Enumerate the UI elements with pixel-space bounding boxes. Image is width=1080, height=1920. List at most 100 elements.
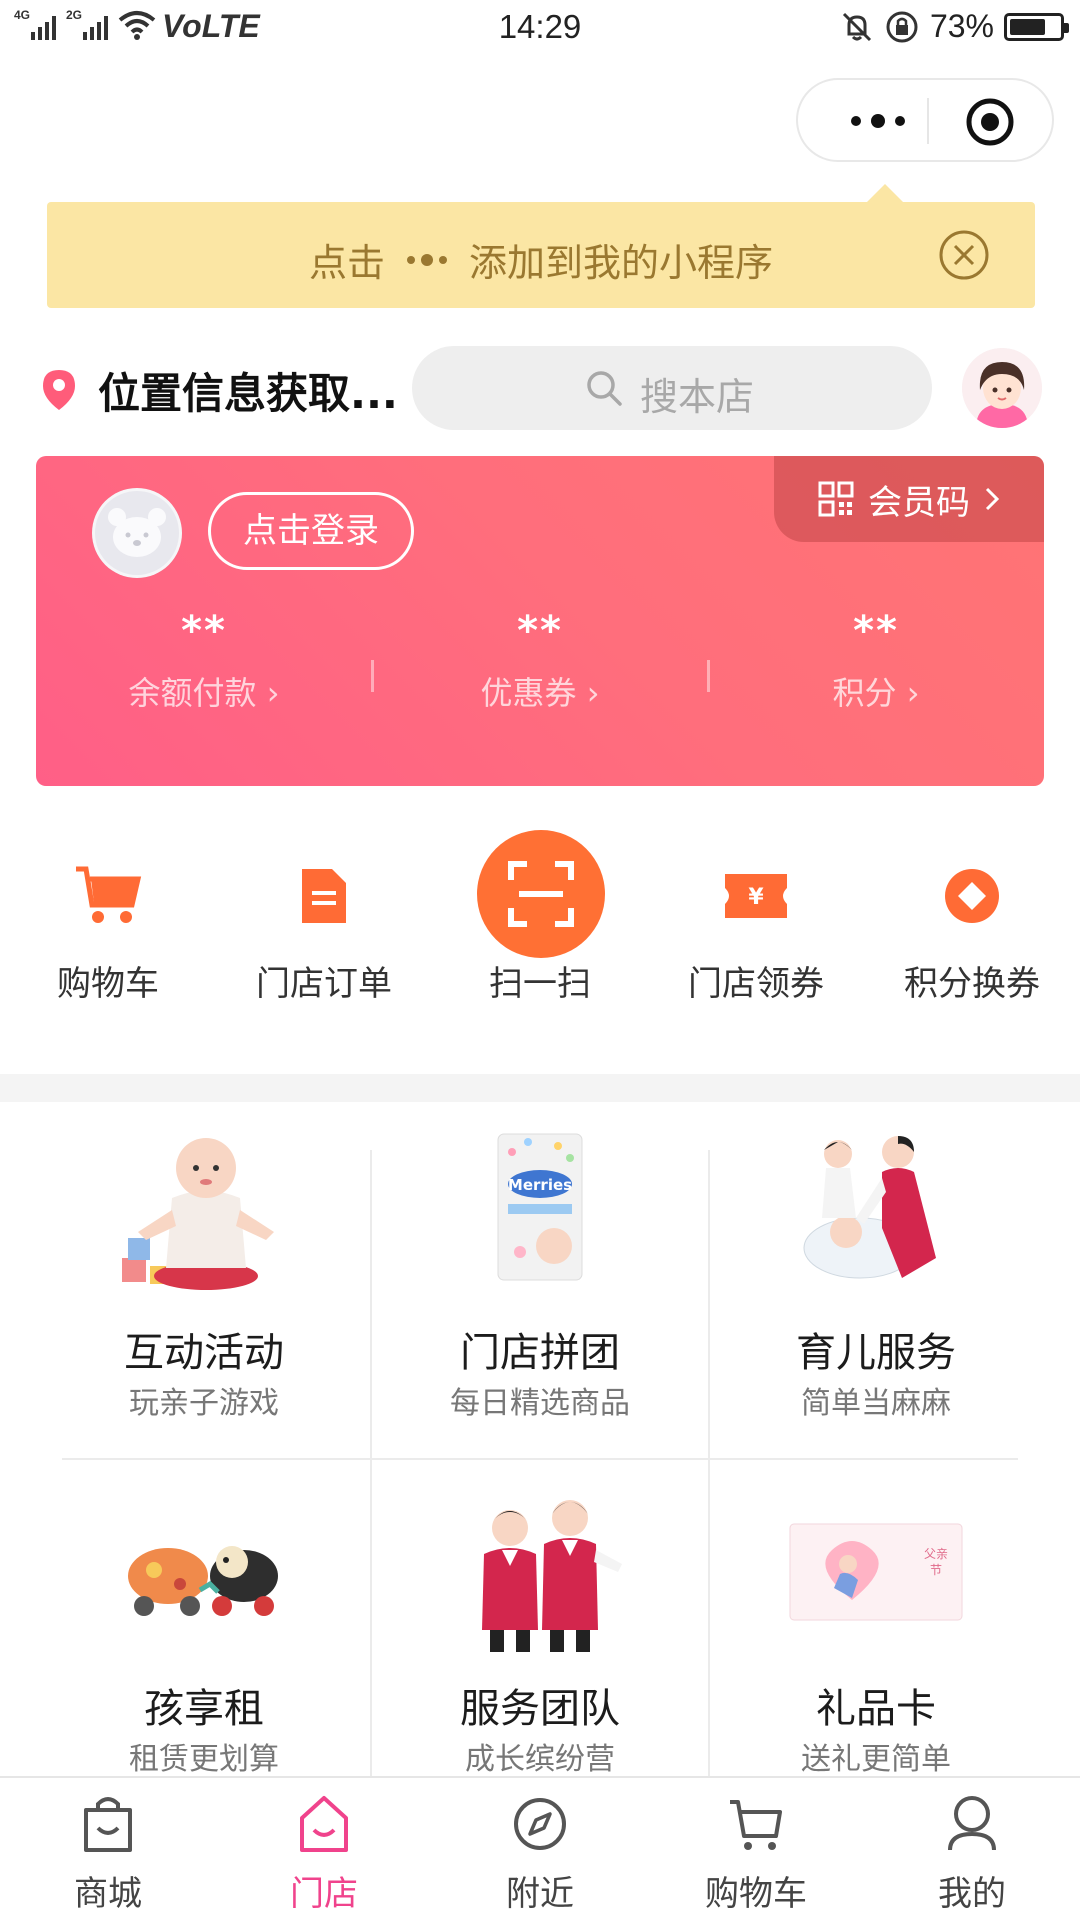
more-dots-icon [407, 253, 447, 266]
chevron-right-icon [985, 487, 1000, 511]
member-card: 点击登录 会员码 ** 余额付款 › ** 优惠券 › ** 积分 › [36, 456, 1044, 786]
service-store-group-buy[interactable]: Merries 门店拼团 每日精选商品 [372, 1102, 708, 1458]
service-subtitle: 送礼更简单 [801, 1742, 951, 1777]
tab-label: 我的 [938, 1874, 1006, 1914]
svg-text:Merries: Merries [508, 1176, 572, 1194]
search-placeholder: 搜本店 [640, 375, 755, 419]
service-title: 互动活动 [124, 1330, 284, 1376]
search-icon [587, 371, 622, 406]
quick-action-cart[interactable]: 购物车 [0, 830, 216, 1020]
exit-program-button[interactable] [964, 96, 1016, 148]
quick-action-label: 扫一扫 [489, 964, 591, 1004]
quick-action-label: 购物车 [57, 964, 159, 1004]
user-avatar[interactable] [92, 488, 182, 578]
more-options-button[interactable] [828, 94, 928, 148]
coupons-value: ** [517, 608, 563, 654]
member-code-label: 会员码 [868, 482, 970, 523]
rotation-lock-icon [886, 11, 918, 42]
chevron-right-icon: › [586, 674, 600, 712]
store-search-input[interactable]: 搜本店 [412, 346, 932, 430]
tab-store[interactable]: 门店 [216, 1778, 432, 1920]
store-avatar[interactable] [962, 348, 1042, 428]
service-subtitle: 每日精选商品 [450, 1386, 630, 1421]
location-text[interactable]: 位置信息获取... [98, 360, 398, 421]
service-title: 服务团队 [460, 1686, 620, 1732]
mini-program-capsule [796, 78, 1054, 162]
tab-label: 门店 [290, 1874, 358, 1914]
service-interactive-activities[interactable]: 互动活动 玩亲子游戏 [36, 1102, 372, 1458]
quick-action-label: 积分换券 [904, 964, 1040, 1004]
points-diamond-icon [945, 869, 999, 923]
cart-outline-icon [730, 1800, 782, 1850]
services-grid: 互动活动 玩亲子游戏 Merries 门店拼团 每日精选商品 育儿服务 简单当麻… [36, 1102, 1044, 1782]
add-to-my-programs-banner[interactable]: 点击 添加到我的小程序 [47, 184, 1035, 308]
quick-action-scan[interactable]: 扫一扫 [432, 830, 648, 1020]
service-gift-card[interactable]: 父亲 节 礼品卡 送礼更简单 [708, 1458, 1044, 1814]
service-subtitle: 成长缤纷营 [465, 1742, 615, 1777]
location-pin-icon[interactable] [40, 368, 78, 412]
service-subtitle: 玩亲子游戏 [129, 1386, 279, 1421]
battery-percent: 73% [929, 8, 994, 44]
quick-action-label: 门店订单 [256, 964, 392, 1004]
tab-cart[interactable]: 购物车 [648, 1778, 864, 1920]
banner-suffix: 添加到我的小程序 [469, 241, 774, 285]
toy-rental-image [128, 1546, 278, 1616]
service-team-image [482, 1500, 622, 1652]
service-team[interactable]: 服务团队 成长缤纷营 [372, 1458, 708, 1814]
service-title: 礼品卡 [816, 1686, 936, 1732]
points-stat[interactable]: ** 积分 › [708, 608, 1044, 714]
banner-prefix: 点击 [308, 241, 385, 285]
service-title: 育儿服务 [796, 1330, 956, 1376]
tab-mall[interactable]: 商城 [0, 1778, 216, 1920]
shopping-bag-icon [84, 1797, 132, 1852]
more-dots-icon [851, 114, 905, 128]
balance-payment-stat[interactable]: ** 余额付款 › [36, 608, 372, 714]
service-toy-rental[interactable]: 孩享租 租赁更划算 [36, 1458, 372, 1814]
quick-action-store-orders[interactable]: 门店订单 [216, 830, 432, 1020]
coupons-stat[interactable]: ** 优惠券 › [372, 608, 708, 714]
service-title: 门店拼团 [460, 1330, 620, 1376]
store-home-icon [300, 1796, 348, 1852]
mute-bell-icon [842, 12, 872, 41]
points-value: ** [853, 608, 899, 654]
quick-action-store-coupons[interactable]: ¥ 门店领券 [648, 830, 864, 1020]
baby-bath-service-image [803, 1136, 936, 1279]
tab-label: 附近 [506, 1874, 574, 1914]
diaper-pack-image: Merries [497, 1133, 583, 1281]
user-icon [948, 1796, 996, 1851]
quick-action-points-exchange[interactable]: 积分换券 [864, 830, 1080, 1020]
quick-action-label: 门店领券 [688, 964, 824, 1004]
coupon-ticket-icon: ¥ [725, 874, 787, 918]
member-code-button[interactable]: 会员码 [774, 456, 1044, 542]
service-childcare[interactable]: 育儿服务 简单当麻麻 [708, 1102, 1044, 1458]
svg-text:父亲: 父亲 [924, 1547, 948, 1561]
qr-code-icon [818, 481, 854, 517]
order-doc-icon [302, 869, 346, 923]
capsule-divider [927, 98, 929, 144]
tab-me[interactable]: 我的 [864, 1778, 1080, 1920]
login-button[interactable]: 点击登录 [208, 492, 414, 570]
banner-close-button[interactable] [937, 228, 991, 282]
baby-with-blocks-image [122, 1138, 274, 1290]
tab-label: 购物车 [705, 1874, 807, 1914]
bottom-tab-bar: 商城 门店 附近 购物车 我的 [0, 1776, 1080, 1920]
balance-value: ** [181, 608, 227, 654]
status-bar: 4G 2G VoLTE 14:29 73% [0, 0, 1080, 58]
compass-icon [514, 1798, 566, 1850]
battery-icon [1004, 12, 1069, 41]
girl-avatar-icon [962, 348, 1042, 428]
tab-nearby[interactable]: 附近 [432, 1778, 648, 1920]
banner-text: 点击 添加到我的小程序 [47, 232, 1035, 287]
service-subtitle: 简单当麻麻 [801, 1386, 951, 1421]
points-label: 积分 [832, 674, 897, 712]
quick-actions: 购物车 门店订单 扫一扫 ¥ 门店领券 积分换券 [0, 830, 1080, 1020]
svg-text:节: 节 [930, 1563, 942, 1577]
tab-label: 商城 [74, 1874, 142, 1914]
coupons-label: 优惠券 [480, 674, 577, 712]
section-divider [0, 1074, 1080, 1102]
chevron-right-icon: › [906, 674, 920, 712]
chevron-right-icon: › [266, 674, 280, 712]
service-subtitle: 租赁更划算 [129, 1742, 279, 1777]
bear-avatar-icon [108, 508, 166, 557]
cart-icon [76, 866, 142, 923]
